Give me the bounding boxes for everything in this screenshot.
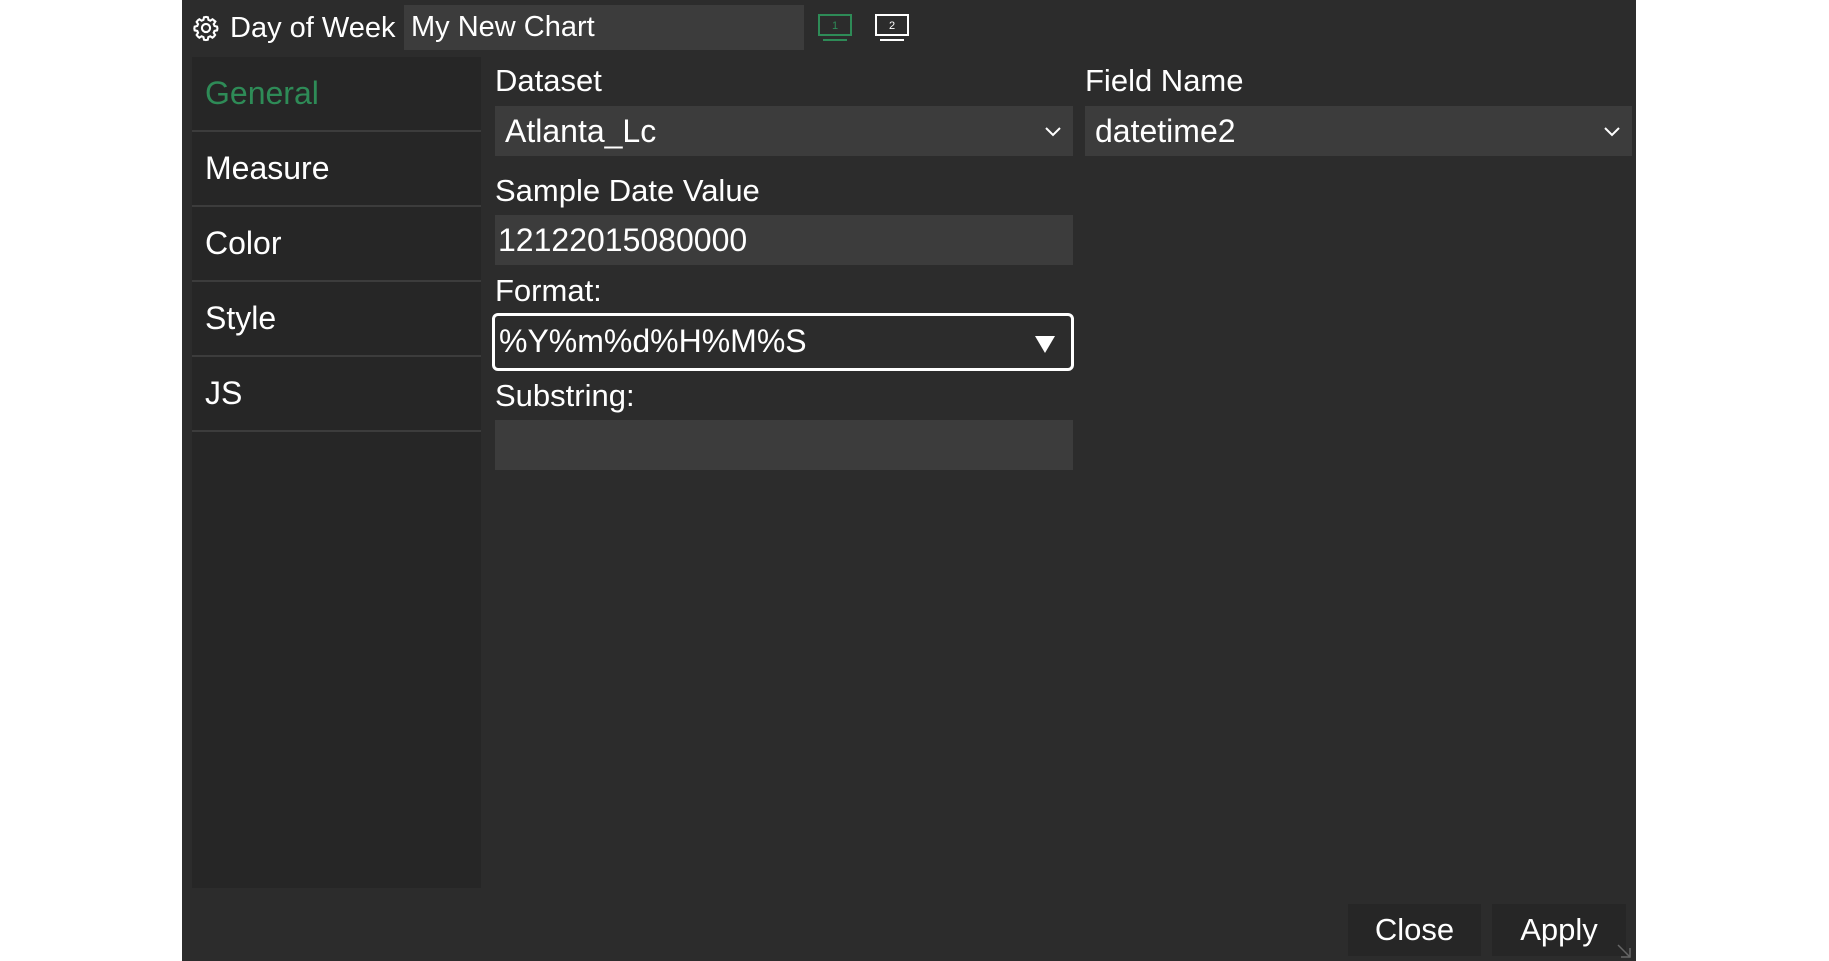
sidebar-item-general[interactable]: General bbox=[192, 57, 481, 132]
settings-sidebar: General Measure Color Style JS bbox=[192, 57, 481, 888]
format-select[interactable]: %Y%m%d%H%M%S bbox=[492, 313, 1074, 371]
monitor-1-label: 1 bbox=[832, 20, 838, 32]
sidebar-item-color[interactable]: Color bbox=[192, 207, 481, 282]
substring-input[interactable] bbox=[495, 420, 1073, 470]
format-value: %Y%m%d%H%M%S bbox=[499, 323, 807, 359]
sample-date-label: Sample Date Value bbox=[495, 173, 760, 208]
resize-handle-icon[interactable] bbox=[1615, 942, 1633, 960]
sidebar-item-measure[interactable]: Measure bbox=[192, 132, 481, 207]
chart-type-title: Day of Week bbox=[230, 12, 396, 44]
triangle-down-icon bbox=[1035, 336, 1055, 353]
dataset-label: Dataset bbox=[495, 63, 602, 98]
sample-date-input[interactable]: 12122015080000 bbox=[495, 215, 1073, 265]
field-name-select[interactable]: datetime2 bbox=[1085, 106, 1632, 156]
chevron-down-icon bbox=[1045, 127, 1061, 137]
close-button[interactable]: Close bbox=[1348, 904, 1481, 956]
dataset-select[interactable]: Atlanta_Lc bbox=[495, 106, 1073, 156]
dataset-value: Atlanta_Lc bbox=[505, 113, 657, 149]
chart-name-input[interactable] bbox=[404, 5, 804, 50]
chart-settings-dialog: Day of Week 1 2 General Measure Color St… bbox=[182, 0, 1636, 961]
monitor-2-label: 2 bbox=[889, 20, 895, 32]
chevron-down-icon bbox=[1604, 127, 1620, 137]
substring-label: Substring: bbox=[495, 378, 635, 413]
field-name-label: Field Name bbox=[1085, 63, 1244, 98]
format-label: Format: bbox=[495, 273, 602, 308]
apply-button[interactable]: Apply bbox=[1492, 904, 1626, 956]
gear-icon[interactable] bbox=[192, 14, 220, 42]
monitor-2-icon[interactable]: 2 bbox=[874, 13, 910, 43]
sidebar-item-js[interactable]: JS bbox=[192, 357, 481, 432]
sidebar-item-style[interactable]: Style bbox=[192, 282, 481, 357]
monitor-1-icon[interactable]: 1 bbox=[817, 13, 853, 43]
field-name-value: datetime2 bbox=[1095, 113, 1236, 149]
title-bar: Day of Week 1 2 bbox=[182, 0, 1636, 57]
